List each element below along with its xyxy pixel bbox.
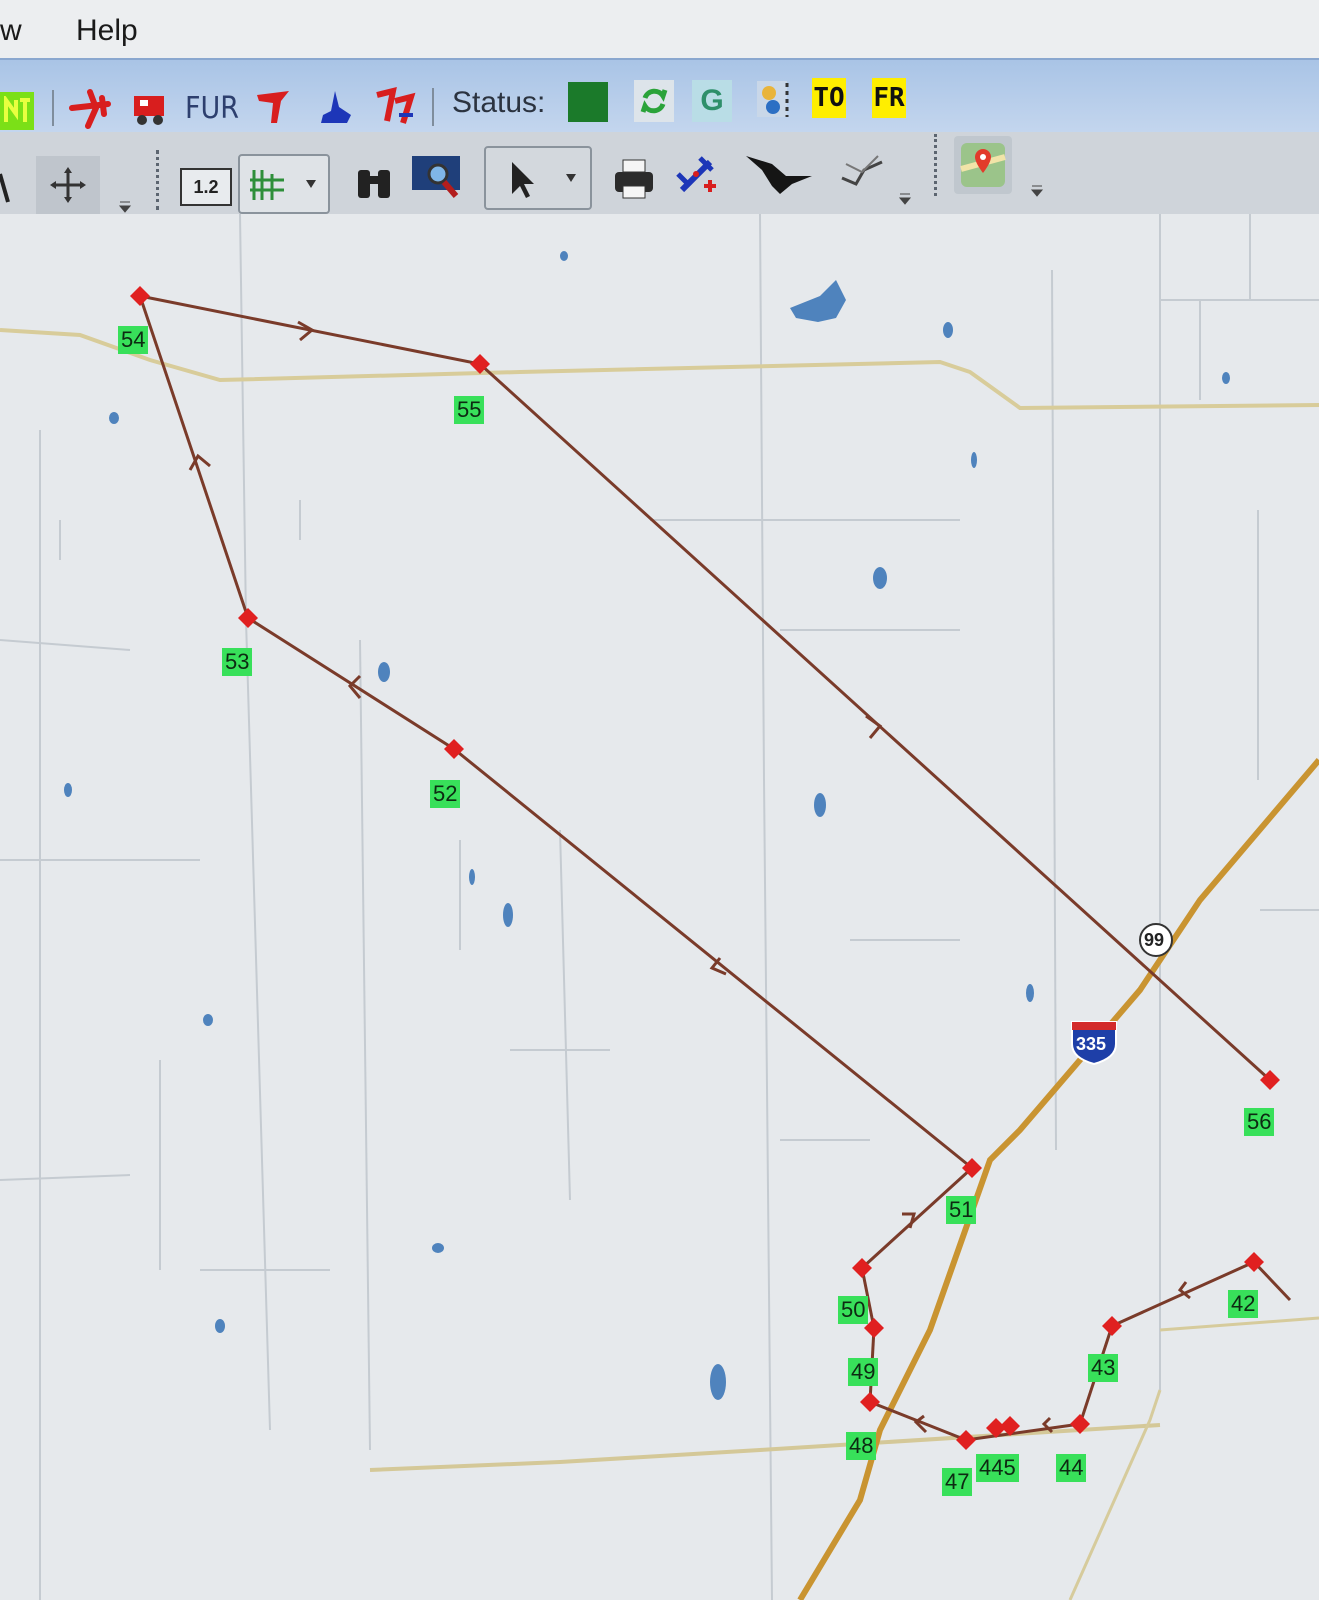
waypoint-label[interactable]: 51 <box>946 1196 977 1224</box>
cattle-icon[interactable] <box>250 84 296 130</box>
grid-dropdown[interactable] <box>238 154 330 214</box>
waypoint-label[interactable]: 49 <box>848 1358 879 1386</box>
fur-button[interactable]: FUR <box>185 86 239 130</box>
waypoint-label[interactable]: 48 <box>846 1432 877 1460</box>
refresh-icon[interactable] <box>634 80 674 122</box>
select-tool-dropdown[interactable] <box>484 146 592 210</box>
bird-icon[interactable] <box>742 146 816 202</box>
waypoint-label[interactable]: 445 <box>976 1454 1019 1482</box>
water-icon[interactable] <box>312 84 358 130</box>
layers-icon[interactable] <box>752 76 792 122</box>
satellite-icon[interactable] <box>672 150 720 202</box>
menu-view[interactable]: w <box>0 14 22 48</box>
wildlife-icon[interactable] <box>372 84 418 130</box>
measure-button[interactable]: 1.2 <box>180 168 232 206</box>
track-icon[interactable] <box>838 148 886 196</box>
waypoint-label[interactable]: 54 <box>118 326 149 354</box>
interstate-shield-number: 335 <box>1076 1034 1107 1054</box>
gps-button[interactable]: G <box>692 80 732 122</box>
menu-bar: w Help <box>0 0 1319 62</box>
fr-button[interactable]: FR <box>872 78 906 118</box>
waypoint-label[interactable]: 56 <box>1244 1108 1275 1136</box>
google-maps-icon[interactable] <box>954 136 1012 194</box>
waypoint-label[interactable]: 53 <box>222 648 253 676</box>
waypoint-label[interactable]: 44 <box>1056 1454 1087 1482</box>
map-search-icon[interactable] <box>410 154 462 204</box>
status-label: Status: <box>452 86 546 119</box>
menu-help[interactable]: Help <box>76 14 138 48</box>
binoculars-icon[interactable] <box>352 160 396 204</box>
mode-icon[interactable] <box>0 92 34 130</box>
route-shield-number: 99 <box>1144 930 1165 950</box>
status-indicator <box>568 82 608 122</box>
toolbar-overflow-icon[interactable] <box>118 200 132 214</box>
waypoint-label[interactable]: 55 <box>454 396 485 424</box>
toolbar-overflow-icon[interactable] <box>898 192 912 206</box>
waypoint-label[interactable]: 47 <box>942 1468 973 1496</box>
pan-icon[interactable] <box>36 156 100 214</box>
print-icon[interactable] <box>608 154 660 204</box>
waypoint-label[interactable]: 43 <box>1088 1354 1119 1382</box>
waypoint-label[interactable]: 42 <box>1228 1290 1259 1318</box>
map-canvas[interactable]: 99 335 54 55 53 52 51 50 49 48 47 445 44… <box>0 214 1319 1600</box>
to-button[interactable]: TO <box>812 78 846 118</box>
vehicle-icon[interactable] <box>128 86 172 130</box>
toolbar-overflow-icon[interactable] <box>1030 184 1044 198</box>
waypoint-label[interactable]: 50 <box>838 1296 869 1324</box>
map-layer <box>0 214 1319 1600</box>
waypoint-label[interactable]: 52 <box>430 780 461 808</box>
zoom-icon[interactable] <box>0 168 16 208</box>
airplane-icon[interactable] <box>68 86 112 130</box>
